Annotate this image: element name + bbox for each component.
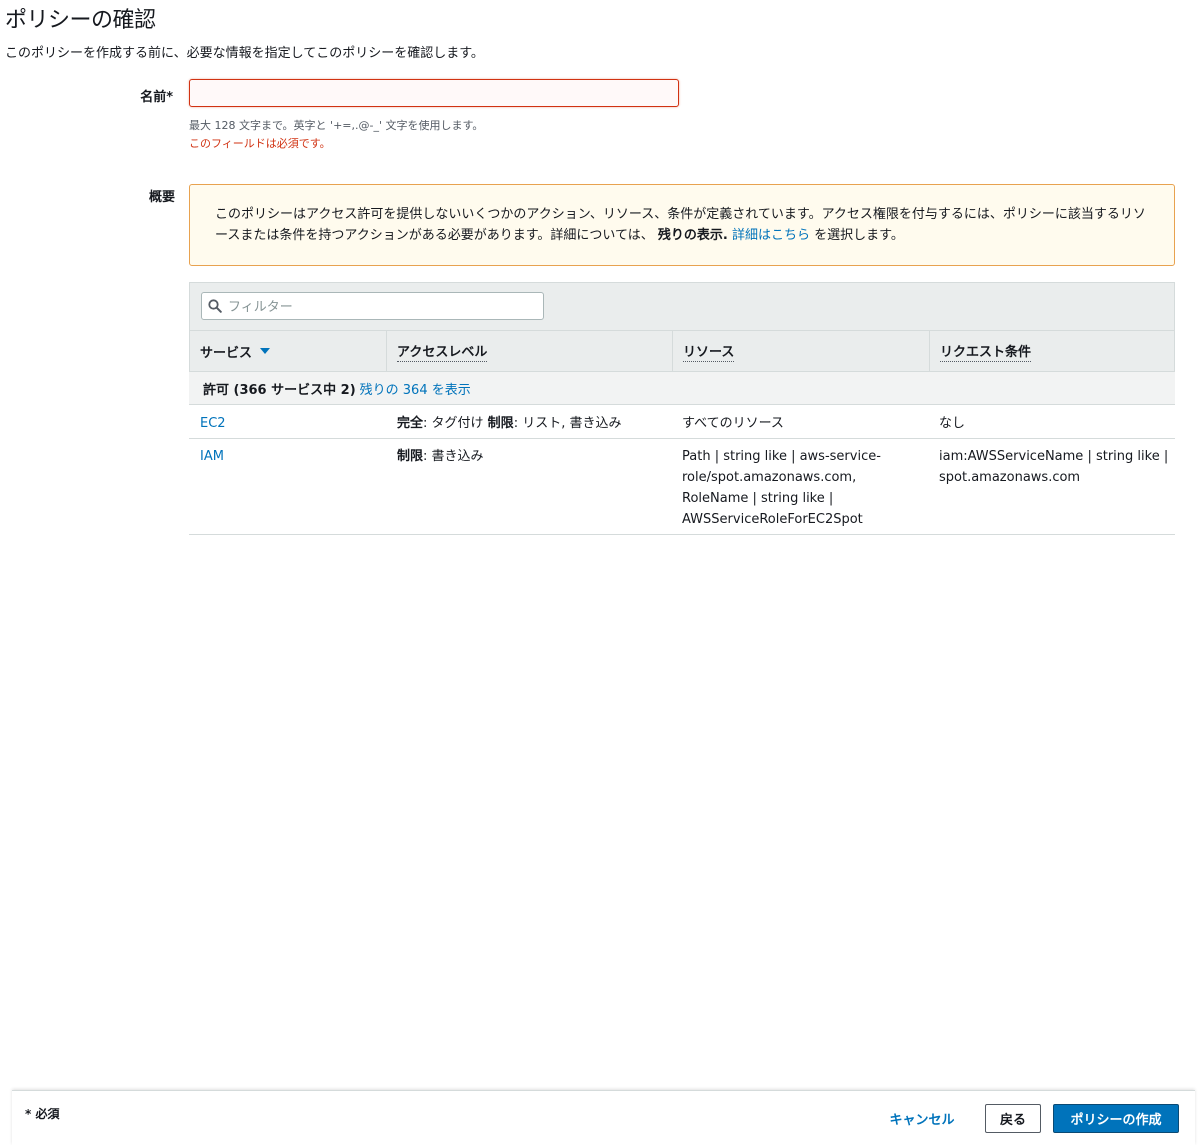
policy-name-input[interactable] bbox=[189, 79, 679, 107]
page-description: このポリシーを作成する前に、必要な情報を指定してこのポリシーを確認します。 bbox=[5, 46, 484, 61]
warning-bold-text: 残りの表示. bbox=[657, 228, 728, 243]
condition-cell: iam:AWSServiceName | string like | spot.… bbox=[939, 449, 1169, 485]
learn-more-link[interactable]: 詳細はこちら bbox=[732, 228, 810, 243]
resource-cell: Path | string like | aws-service-role/sp… bbox=[682, 449, 881, 527]
create-policy-button[interactable]: ポリシーの作成 bbox=[1053, 1104, 1179, 1133]
column-header-access-level[interactable]: アクセスレベル bbox=[387, 331, 673, 371]
summary-label: 概要 bbox=[148, 190, 175, 205]
filter-input[interactable] bbox=[226, 293, 540, 321]
filter-bar bbox=[189, 282, 1175, 330]
name-label: 名前* bbox=[140, 90, 173, 105]
name-error-message: このフィールドは必須です。 bbox=[189, 137, 331, 150]
footer-bar: * 必須 キャンセル 戻る ポリシーの作成 bbox=[12, 1090, 1195, 1145]
group-label: 許可 (366 サービス中 2) bbox=[203, 382, 356, 398]
table-row: IAM 制限: 書き込み Path | string like | aws-se… bbox=[189, 439, 1175, 535]
show-remaining-link[interactable]: 残りの 364 を表示 bbox=[360, 379, 471, 398]
access-level-cell: 制限: 書き込み bbox=[397, 449, 484, 464]
resource-cell: すべてのリソース bbox=[682, 416, 784, 431]
column-header-request-condition[interactable]: リクエスト条件 bbox=[930, 331, 1174, 371]
service-link-ec2[interactable]: EC2 bbox=[200, 416, 226, 431]
sort-descending-icon[interactable] bbox=[260, 348, 271, 354]
condition-cell: なし bbox=[939, 416, 966, 431]
service-link-iam[interactable]: IAM bbox=[200, 449, 224, 464]
access-level-cell: 完全: タグ付け 制限: リスト, 書き込み bbox=[397, 416, 622, 431]
required-note: * 必須 bbox=[25, 1107, 60, 1121]
group-row-allow: 許可 (366 サービス中 2) 残りの 364 を表示 bbox=[189, 372, 1175, 405]
page-title: ポリシーの確認 bbox=[5, 8, 156, 33]
warning-alert: このポリシーはアクセス許可を提供しないいくつかのアクション、リソース、条件が定義… bbox=[189, 184, 1175, 266]
name-hint: 最大 128 文字まで。英字と '+=,.@-_' 文字を使用します。 bbox=[189, 119, 484, 132]
cancel-button[interactable]: キャンセル bbox=[879, 1104, 965, 1132]
column-header-resource[interactable]: リソース bbox=[673, 331, 930, 371]
table-row: EC2 完全: タグ付け 制限: リスト, 書き込み すべてのリソース なし bbox=[189, 406, 1175, 439]
back-button[interactable]: 戻る bbox=[985, 1104, 1041, 1133]
search-icon bbox=[208, 299, 222, 313]
column-header-service[interactable]: サービス bbox=[190, 331, 387, 371]
warning-text-end: を選択します。 bbox=[814, 228, 904, 243]
table-header: サービス アクセスレベル リソース リクエスト条件 bbox=[189, 330, 1175, 372]
filter-field[interactable] bbox=[201, 292, 544, 321]
